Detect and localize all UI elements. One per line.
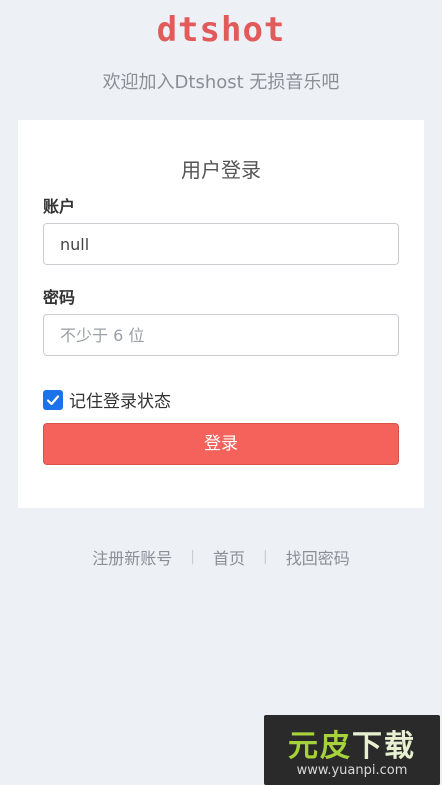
password-label: 密码 — [43, 288, 76, 307]
login-page: dtshot 欢迎加入Dtshost 无损音乐吧 用户登录 账户 密码 记住登录… — [0, 0, 442, 785]
check-icon — [46, 394, 60, 405]
footer-separator: | — [190, 549, 195, 565]
watermark-title: 元皮下载 — [288, 729, 416, 764]
watermark-url: www.yuanpi.com — [296, 763, 408, 778]
password-input[interactable] — [43, 314, 399, 356]
site-logo[interactable]: dtshot — [0, 10, 442, 50]
login-button[interactable]: 登录 — [43, 423, 399, 465]
register-link[interactable]: 注册新账号 — [92, 545, 172, 569]
remember-checkbox[interactable] — [43, 389, 63, 410]
card-title: 用户登录 — [181, 158, 261, 182]
remember-me[interactable]: 记住登录状态 — [43, 387, 171, 412]
welcome-tagline: 欢迎加入Dtshost 无损音乐吧 — [102, 72, 340, 93]
footer-separator: | — [263, 549, 268, 565]
login-card: 用户登录 账户 密码 记住登录状态 登录 — [18, 120, 424, 508]
home-link[interactable]: 首页 — [213, 545, 245, 569]
watermark-logo: 元皮下载 www.yuanpi.com — [264, 715, 440, 785]
account-label: 账户 — [43, 197, 76, 216]
footer-links: 注册新账号 | 首页 | 找回密码 — [0, 545, 442, 569]
remember-label[interactable]: 记住登录状态 — [69, 387, 171, 412]
forgot-password-link[interactable]: 找回密码 — [286, 545, 350, 569]
account-input[interactable] — [43, 223, 399, 265]
